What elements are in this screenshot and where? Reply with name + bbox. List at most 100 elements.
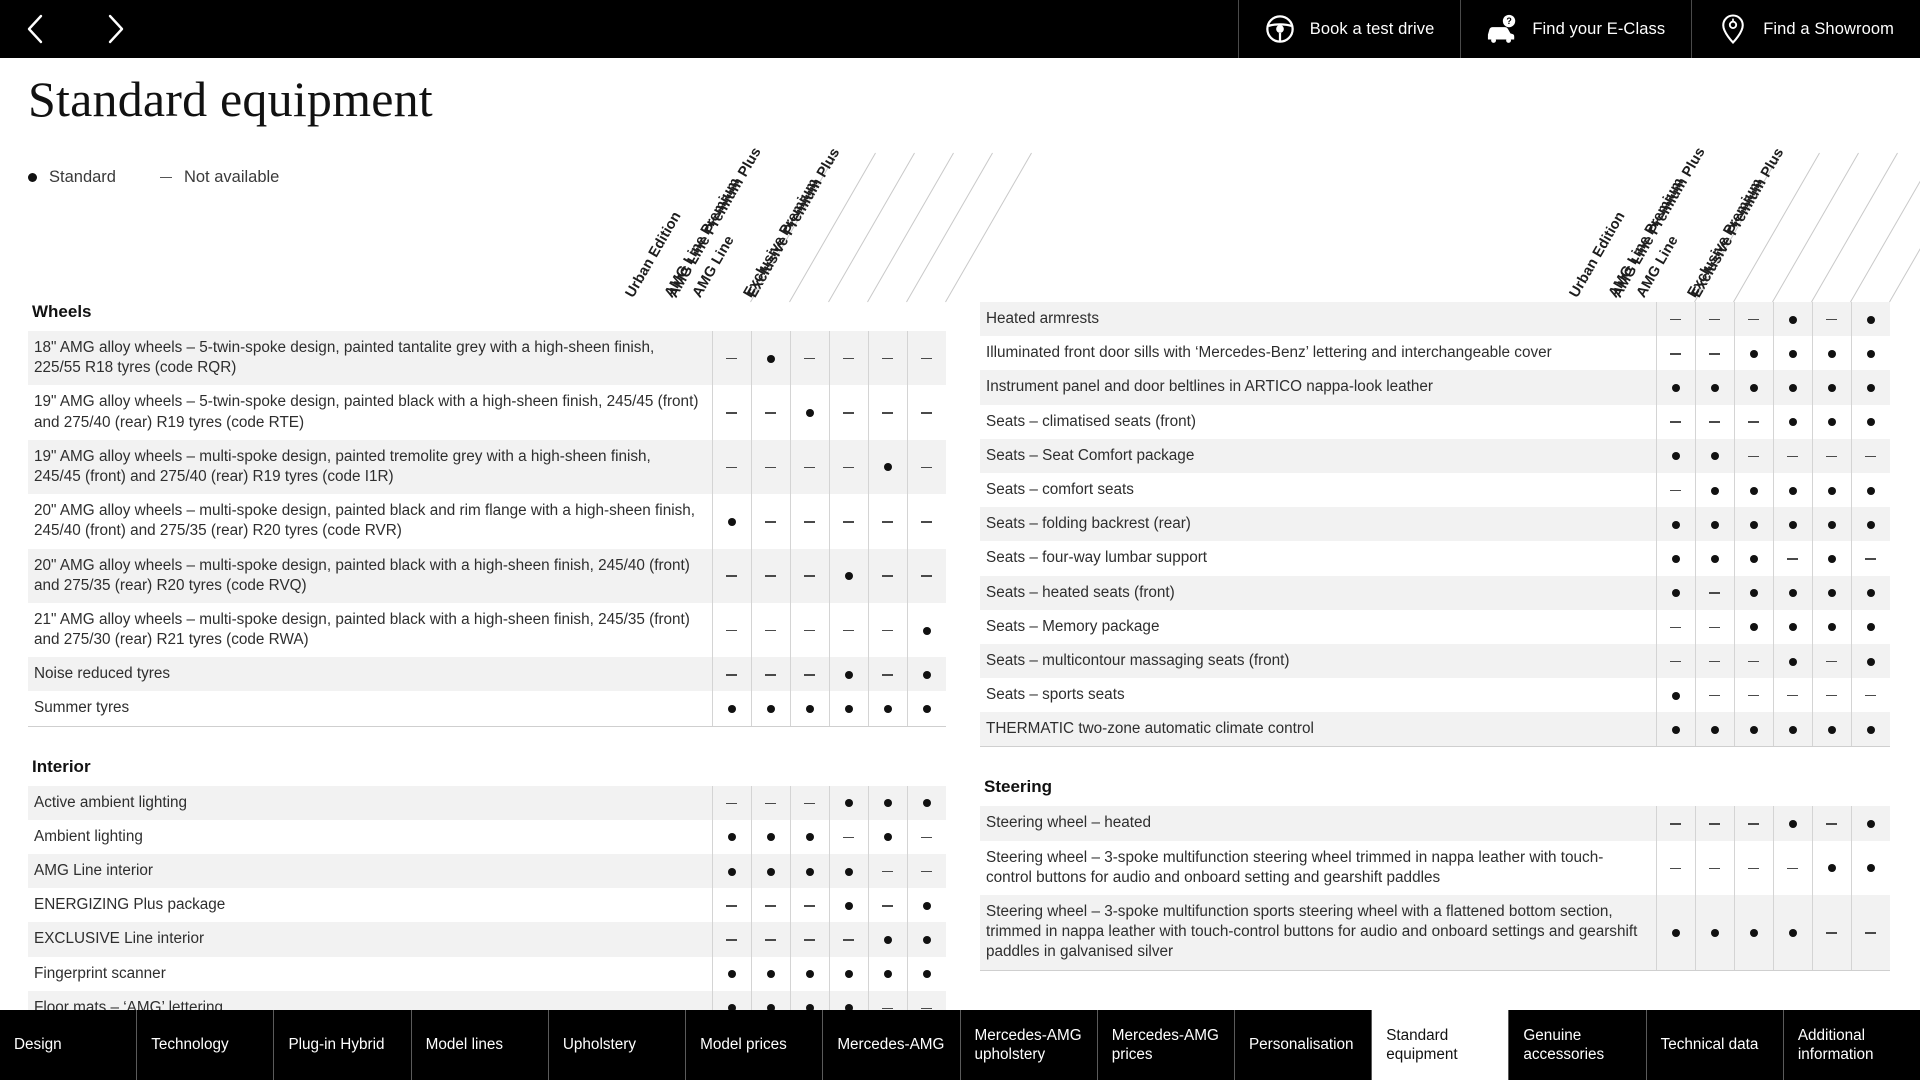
not-available-dash-icon [921,836,933,839]
standard-dot-icon [883,799,892,808]
tab-model-lines[interactable]: Model lines [411,1010,549,1080]
standard-dot-icon [1788,589,1797,598]
cell-marker [1694,438,1734,473]
not-available-dash-icon [843,357,854,360]
cell-marker [1811,678,1851,713]
cell-marker [1655,404,1695,439]
cell-marker [1733,712,1773,747]
not-available-dash-icon [1748,455,1759,458]
cell-marker [1655,678,1695,713]
not-available-dash-icon [765,802,776,804]
cell-marker [1811,643,1851,679]
cell-marker [1772,370,1812,405]
not-available-dash-icon [804,674,815,676]
section-title-interior: Interior [32,756,91,776]
cell-marker [1811,712,1851,747]
tab-additional-information[interactable]: Additional information [1783,1010,1920,1080]
tab-technical-data[interactable]: Technical data [1646,1010,1784,1080]
column-header-exclusive-premium-plus: Exclusive Premium Plus [744,145,843,301]
tab-genuine-accessories[interactable]: Genuine accessories [1509,1010,1647,1080]
not-available-dash-icon [1670,489,1681,492]
cell-marker [711,548,751,603]
table-row: Seats – folding backrest (rear) [980,507,1890,542]
equipment-label: EXCLUSIVE Line interior [28,922,712,957]
cell-marker [711,956,751,991]
cell-marker [906,691,946,726]
cell-marker [1811,472,1851,508]
equipment-label: Steering wheel – 3-spoke multifunction s… [986,848,1604,886]
cell-marker [1850,438,1890,473]
standard-dot-icon [922,670,931,679]
cell-marker [789,854,829,889]
cell-marker [750,657,790,692]
standard-dot-icon [1710,452,1719,461]
cell-marker [1811,370,1851,405]
standard-dot-icon [1749,554,1758,563]
cell-marker [1772,507,1812,542]
tab-technology[interactable]: Technology [137,1010,275,1080]
cell-marker [828,691,868,726]
cell-marker [906,548,946,603]
table-row: THERMATIC two-zone automatic climate con… [980,712,1890,747]
cell-marker [1694,507,1734,542]
cell-marker [1850,895,1890,970]
not-available-dash-icon [1748,867,1759,870]
tab-personalisation[interactable]: Personalisation [1234,1010,1373,1080]
tab-plug-in-hybrid[interactable]: Plug-in Hybrid [274,1010,412,1080]
cell-marker [1733,336,1773,371]
standard-dot-icon [805,409,814,418]
not-available-dash-icon [1748,421,1759,423]
cell-marker [906,494,946,549]
cell-marker [1850,806,1890,841]
cell-marker [828,331,868,386]
standard-dot-icon [1866,623,1875,632]
section-divider [980,969,1890,971]
tab-standard-equipment[interactable]: Standard equipment [1372,1010,1510,1080]
tab-mercedes-amg[interactable]: Mercedes-AMG [823,1010,961,1080]
cell-marker [711,385,751,440]
equipment-label: Summer tyres [34,699,130,717]
cell-marker [750,922,790,957]
cell-marker [1772,404,1812,439]
cell-marker [789,331,829,386]
tab-upholstery[interactable]: Upholstery [548,1010,687,1080]
not-available-dash-icon [1865,558,1877,560]
not-available-dash-icon [843,412,854,414]
cell-marker [711,657,751,692]
not-available-dash-icon [1748,823,1759,825]
cell-marker [789,602,829,658]
not-available-dash-icon [726,629,737,632]
table-row: AMG Line interior [28,854,946,889]
tab-design[interactable]: Design [0,1010,138,1080]
not-available-dash-icon [921,1007,933,1010]
cell-marker [1772,472,1812,508]
standard-equipment-page: Book a test drive ? Find your E-Class Fi… [0,0,1920,1080]
tab-mercedes-amg-upholstery[interactable]: Mercedes-AMG upholstery [960,1010,1098,1080]
standard-dot-icon [1671,691,1680,700]
cell-marker [1850,507,1890,542]
not-available-dash-icon [882,870,893,873]
cell-marker [1655,438,1695,473]
cell-marker [1655,541,1695,576]
cell-marker [867,819,907,854]
cell-marker [1811,404,1851,439]
cell-marker [1655,302,1695,337]
tab-model-prices[interactable]: Model prices [686,1010,824,1080]
cell-marker [1850,404,1890,439]
standard-dot-icon [1827,554,1836,563]
not-available-dash-icon [765,939,776,941]
cell-marker [789,439,829,495]
equipment-label: Instrument panel and door beltlines in A… [980,370,1656,405]
standard-dot-icon [1788,418,1797,427]
tab-mercedes-amg-prices[interactable]: Mercedes-AMG prices [1097,1010,1235,1080]
table-row: Steering wheel – 3-spoke multifunction s… [980,895,1890,970]
cell-marker [867,854,907,889]
not-available-dash-icon [804,939,815,941]
table-row: 21" AMG alloy wheels – multi-spoke desig… [28,602,946,658]
standard-dot-icon [766,705,775,714]
equipment-label: 21" AMG alloy wheels – multi-spoke desig… [34,610,690,649]
cell-marker [750,602,790,658]
cell-marker [789,888,829,923]
cell-marker [1733,840,1773,895]
